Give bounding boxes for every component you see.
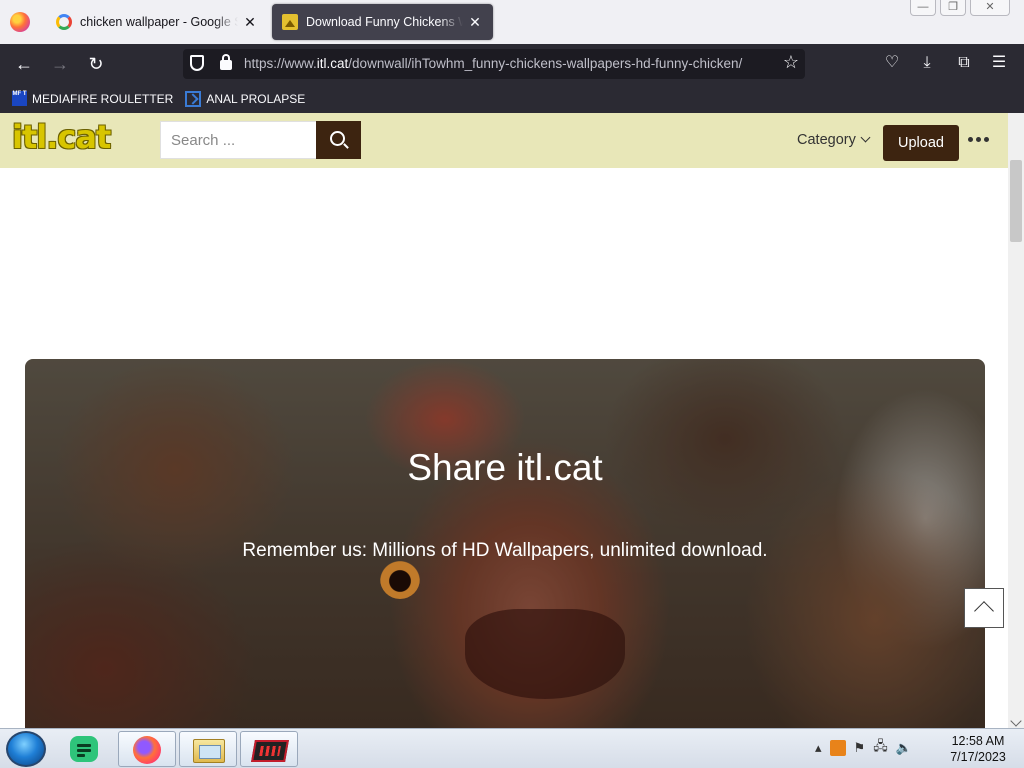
google-icon xyxy=(56,14,72,30)
hero-banner: Share itl.cat Remember us: Millions of H… xyxy=(25,359,985,728)
scroll-to-top-button[interactable] xyxy=(964,588,1004,628)
tab-title: chicken wallpaper - Google Search xyxy=(80,15,238,29)
wallpaper-icon xyxy=(282,14,298,30)
tab-strip: chicken wallpaper - Google Search ✕ Down… xyxy=(0,0,1024,44)
java-update-icon[interactable] xyxy=(829,740,846,756)
bookmark-site-icon xyxy=(185,90,202,107)
search-form xyxy=(160,121,361,159)
bookmark-label: MEDIAFIRE ROULETTER xyxy=(32,91,174,106)
clock-time: 12:58 AM xyxy=(951,734,1005,748)
bookmarks-toolbar: MF T MEDIAFIRE ROULETTER ANAL PROLAPSE xyxy=(0,84,1024,113)
extensions-icon[interactable]: ⧉ xyxy=(953,52,975,74)
back-icon[interactable]: ← xyxy=(12,52,36,76)
network-icon[interactable]: 🖧 xyxy=(873,737,888,759)
close-window-icon[interactable]: ✕ xyxy=(970,0,1010,16)
scrollbar-thumb[interactable] xyxy=(1010,160,1022,242)
category-menu[interactable]: Category xyxy=(797,132,871,148)
tracking-protection-icon[interactable] xyxy=(190,55,204,71)
volume-icon[interactable]: 🔈 xyxy=(896,740,912,756)
system-tray: ▴ ⚑ 🖧 🔈 xyxy=(815,737,912,759)
category-label: Category xyxy=(797,132,856,148)
firefox-view-icon[interactable] xyxy=(10,12,30,32)
clock-date: 7/17/2023 xyxy=(950,750,1006,764)
chicken-eye xyxy=(380,559,420,599)
forward-icon[interactable]: → xyxy=(48,52,72,76)
firefox-icon xyxy=(133,736,161,764)
upload-button[interactable]: Upload xyxy=(883,125,959,161)
reload-icon[interactable]: ↻ xyxy=(84,52,108,76)
search-button[interactable] xyxy=(316,121,361,159)
taskbar-file-explorer[interactable] xyxy=(179,731,237,767)
bookmark-second[interactable]: ANAL PROLAPSE xyxy=(185,90,306,107)
close-tab-icon[interactable]: ✕ xyxy=(242,14,258,31)
navigation-toolbar: ← → ↻ https://www.itl.cat/downwall/ihTow… xyxy=(0,44,1024,84)
tab-title: Download Funny Chickens Wallpapers xyxy=(306,15,463,29)
chevron-down-icon xyxy=(860,132,871,143)
tab-funny-chickens[interactable]: Download Funny Chickens Wallpapers ✕ xyxy=(272,4,493,40)
hero-subtitle: Remember us: Millions of HD Wallpapers, … xyxy=(242,540,768,561)
taskbar-notes-app[interactable] xyxy=(56,731,114,767)
minimize-icon[interactable]: — xyxy=(910,0,936,16)
restore-icon[interactable]: ❐ xyxy=(940,0,966,16)
page-scrollbar[interactable] xyxy=(1008,113,1024,728)
site-header: itl.cat Category Upload xyxy=(0,113,1008,168)
bookmark-label: ANAL PROLAPSE xyxy=(206,91,306,106)
action-center-flag-icon[interactable]: ⚑ xyxy=(854,740,866,756)
pocket-icon[interactable]: ♡ xyxy=(881,52,903,74)
menu-icon[interactable]: ☰ xyxy=(988,52,1010,74)
more-options-icon[interactable] xyxy=(968,137,989,142)
notes-app-icon xyxy=(70,736,98,762)
page-viewport: itl.cat Category Upload Share itl.cat Re… xyxy=(0,113,1008,728)
url-text[interactable]: https://www.itl.cat/downwall/ihTowhm_fun… xyxy=(244,56,774,71)
file-explorer-icon xyxy=(193,739,225,763)
show-hidden-icons-icon[interactable]: ▴ xyxy=(815,740,822,756)
hero-title: Share itl.cat xyxy=(407,447,603,488)
system-clock[interactable]: 12:58 AM 7/17/2023 xyxy=(938,733,1018,765)
site-logo[interactable]: itl.cat xyxy=(12,118,111,156)
tab-google-search[interactable]: chicken wallpaper - Google Search ✕ xyxy=(46,4,268,40)
bookmark-star-icon[interactable]: ☆ xyxy=(783,52,799,73)
close-tab-icon[interactable]: ✕ xyxy=(467,14,483,31)
taskbar-firefox[interactable] xyxy=(118,731,176,767)
taskbar-media-app[interactable] xyxy=(240,731,298,767)
chicken-beak xyxy=(465,609,625,699)
start-button[interactable] xyxy=(6,731,46,767)
mediafire-icon: MF T xyxy=(12,91,27,106)
bookmark-mediafire-rouletter[interactable]: MF T MEDIAFIRE ROULETTER xyxy=(12,91,173,106)
downloads-icon[interactable]: ⤓ xyxy=(916,52,938,74)
scroll-down-icon[interactable] xyxy=(1010,715,1022,727)
lock-icon[interactable] xyxy=(220,54,232,70)
media-app-icon xyxy=(251,740,289,762)
address-bar[interactable]: https://www.itl.cat/downwall/ihTowhm_fun… xyxy=(183,49,805,79)
search-input[interactable] xyxy=(160,121,316,159)
taskbar: ▴ ⚑ 🖧 🔈 12:58 AM 7/17/2023 xyxy=(0,728,1024,768)
window-controls: — ❐ ✕ xyxy=(910,0,1010,16)
